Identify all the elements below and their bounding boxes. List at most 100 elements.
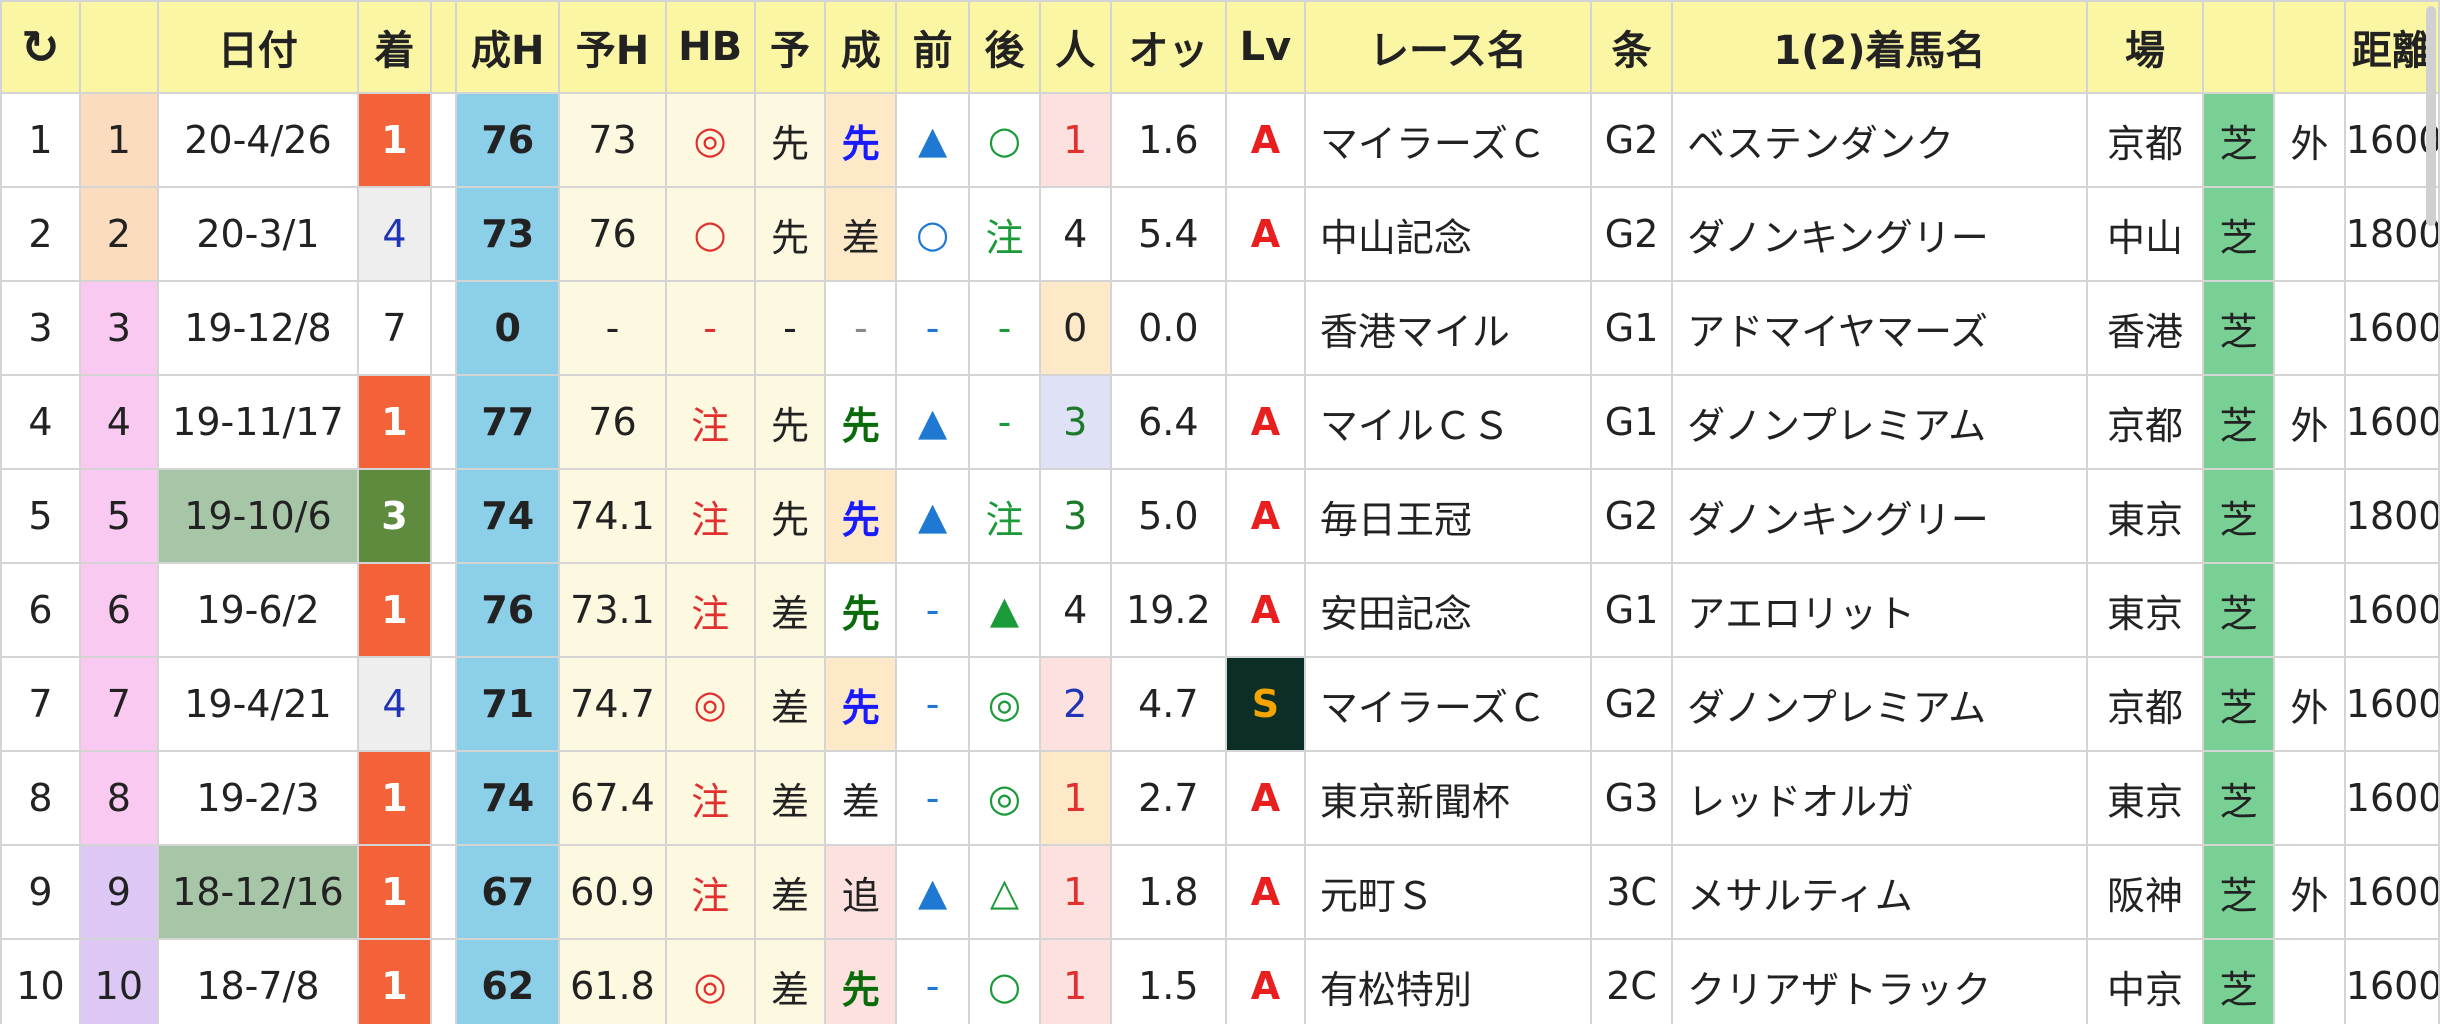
col-header-class[interactable]: 条	[1590, 0, 1674, 94]
col-header-sei[interactable]: 成	[824, 0, 898, 94]
race-level-cell: A	[1224, 562, 1306, 658]
predicted-rating-cell: 67.4	[558, 750, 667, 846]
race-name-cell[interactable]: 毎日王冠	[1303, 468, 1593, 564]
running-style-predicted-cell: -	[753, 280, 827, 376]
col-header-predicted-rating[interactable]: 予H	[558, 0, 667, 94]
race-rating-cell: 0	[455, 280, 561, 376]
popularity-cell: 1	[1038, 92, 1112, 188]
race-name-cell[interactable]: 安田記念	[1303, 562, 1593, 658]
distance-cell: 1600	[2343, 750, 2440, 846]
col-header-inout[interactable]	[2272, 0, 2346, 94]
distance-cell: 1600	[2343, 844, 2440, 940]
running-style-predicted-cell: 先	[753, 186, 827, 282]
table-row[interactable]: 6 6 19-6/2 1 76 73.1 注差先 - ▲ 4 19.2 A 安田記念 G1 アエロリット 東京…	[0, 562, 2440, 658]
winner-name-cell[interactable]: ダノンプレミアム	[1671, 656, 2088, 752]
table-row[interactable]: 4 4 19-11/17 1 77 76 注先先 ▲ -3 6.4 A マイルＣＳ G1 ダノンプレミアム…	[0, 374, 2440, 470]
col-header-popularity[interactable]: 人	[1038, 0, 1112, 94]
winner-name-cell[interactable]: ダノンプレミアム	[1671, 374, 2088, 470]
col-header-hb[interactable]: HB	[664, 0, 756, 94]
finish-position-cell: 1	[357, 374, 432, 470]
table-row[interactable]: 8 8 19-2/3 1 74 67.4 注差差 - ◎ 1 2.7 A 東京新聞杯 G3 レッドオルガ 東京…	[0, 750, 2440, 846]
next-row-peek	[0, 1014, 2440, 1024]
row-number-cell: 5	[0, 468, 81, 564]
race-name-cell[interactable]: 有松特別	[1303, 938, 1593, 1024]
col-header-date[interactable]: 日付	[156, 0, 360, 94]
race-class-cell: G3	[1590, 750, 1674, 846]
table-row[interactable]: 5 5 19-10/6 3 74 74.1 注先先 ▲ 注 3 5.0 A 毎日王冠 G2 ダノンキングリー…	[0, 468, 2440, 564]
rear-mark-cell: 注	[968, 468, 1041, 564]
race-level-cell: S	[1224, 656, 1306, 752]
col-header-mae[interactable]: 前	[895, 0, 971, 94]
popularity-cell: 1	[1038, 938, 1112, 1024]
race-date-cell: 18-7/8	[156, 938, 360, 1024]
winner-name-cell[interactable]: ベステンダンク	[1671, 92, 2088, 188]
vertical-scrollbar[interactable]	[2426, 6, 2436, 226]
table-row[interactable]: 9 9 18-12/16 1 67 60.9 注差追 ▲ △ 1 1.8 A 元町Ｓ 3C メサルティム 阪神…	[0, 844, 2440, 940]
col-header-winner[interactable]: 1(2)着馬名	[1671, 0, 2088, 94]
refresh-icon[interactable]: ↻	[0, 0, 81, 94]
col-header-index[interactable]	[78, 0, 159, 94]
table-row[interactable]: 1 1 20-4/26 1 76 73 ◎ 先先 ▲ ○ 1 1.6 A マイラーズＣ G2 ベステンダンク京…	[0, 92, 2440, 188]
winner-name-cell[interactable]: ダノンキングリー	[1671, 186, 2088, 282]
winner-name-cell[interactable]: メサルティム	[1671, 844, 2088, 940]
distance-cell: 1600	[2343, 374, 2440, 470]
winner-name-cell[interactable]: ダノンキングリー	[1671, 468, 2088, 564]
race-class-cell: 2C	[1590, 938, 1674, 1024]
racecourse-cell: 中山	[2085, 186, 2205, 282]
predicted-rating-cell: 74.7	[558, 656, 667, 752]
racecourse-cell: 阪神	[2085, 844, 2205, 940]
race-name-cell[interactable]: マイルＣＳ	[1303, 374, 1593, 470]
distance-cell: 1600	[2343, 656, 2440, 752]
race-rating-cell: 71	[455, 656, 561, 752]
rear-mark-cell: △	[968, 844, 1041, 940]
col-header-yo[interactable]: 予	[753, 0, 827, 94]
col-header-race-name[interactable]: レース名	[1303, 0, 1593, 94]
row-index-cell: 4	[78, 374, 159, 470]
winner-name-cell[interactable]: クリアザトラック	[1671, 938, 2088, 1024]
table-row[interactable]: 3 3 19-12/8 7 0- - - - - -0 0.0 香港マイル G1 アドマイヤマーズ 香港芝 1…	[0, 280, 2440, 376]
race-name-cell[interactable]: マイラーズＣ	[1303, 92, 1593, 188]
race-name-cell[interactable]: 香港マイル	[1303, 280, 1593, 376]
row-number-cell: 4	[0, 374, 81, 470]
table-row[interactable]: 7 7 19-4/21 4 71 74.7 ◎ 差先 - ◎ 2 4.7 S マイラーズＣ G2 ダノンプレミ…	[0, 656, 2440, 752]
table-row[interactable]: 2 2 20-3/1 4 73 76 ○ 先差 ○ 注 4 5.4 A 中山記念 G2 ダノンキングリー 中山芝…	[0, 186, 2440, 282]
race-class-cell: G2	[1590, 186, 1674, 282]
race-name-cell[interactable]: 東京新聞杯	[1303, 750, 1593, 846]
row-index-cell: 7	[78, 656, 159, 752]
race-name-cell[interactable]: 中山記念	[1303, 186, 1593, 282]
surface-cell: 芝	[2202, 92, 2275, 188]
racecourse-cell: 中京	[2085, 938, 2205, 1024]
front-mark-cell: -	[895, 656, 971, 752]
odds-cell: 5.0	[1109, 468, 1227, 564]
col-header-odds[interactable]: オッ	[1109, 0, 1227, 94]
table-row[interactable]: 10 10 18-7/8 1 62 61.8 ◎ 差先 - ○ 1 1.5 A 有松特別 2C クリアザトラッ…	[0, 938, 2440, 1024]
col-header-distance[interactable]: 距離	[2343, 0, 2440, 94]
race-level-cell	[1224, 280, 1306, 376]
running-style-actual-cell: 先	[824, 468, 898, 564]
finish-position-cell: 1	[357, 562, 432, 658]
col-header-finish[interactable]: 着	[357, 0, 432, 94]
winner-name-cell[interactable]: レッドオルガ	[1671, 750, 2088, 846]
col-header-ato[interactable]: 後	[968, 0, 1041, 94]
col-header-course[interactable]: 場	[2085, 0, 2205, 94]
row-number-cell: 10	[0, 938, 81, 1024]
odds-cell: 0.0	[1109, 280, 1227, 376]
inner-outer-cell	[2272, 186, 2346, 282]
winner-name-cell[interactable]: アドマイヤマーズ	[1671, 280, 2088, 376]
col-header-rating[interactable]: 成H	[455, 0, 561, 94]
col-header-surface[interactable]	[2202, 0, 2275, 94]
spacer-cell	[429, 186, 458, 282]
col-header-level[interactable]: Lv	[1224, 0, 1306, 94]
running-style-predicted-cell: 差	[753, 656, 827, 752]
front-mark-cell: -	[895, 750, 971, 846]
winner-name-cell[interactable]: アエロリット	[1671, 562, 2088, 658]
popularity-cell: 3	[1038, 468, 1112, 564]
hb-mark-cell: ◎	[664, 92, 756, 188]
race-name-cell[interactable]: マイラーズＣ	[1303, 656, 1593, 752]
running-style-predicted-cell: 差	[753, 750, 827, 846]
race-rating-cell: 67	[455, 844, 561, 940]
finish-position-cell: 4	[357, 186, 432, 282]
spacer-cell	[429, 374, 458, 470]
spacer-cell	[429, 844, 458, 940]
race-name-cell[interactable]: 元町Ｓ	[1303, 844, 1593, 940]
